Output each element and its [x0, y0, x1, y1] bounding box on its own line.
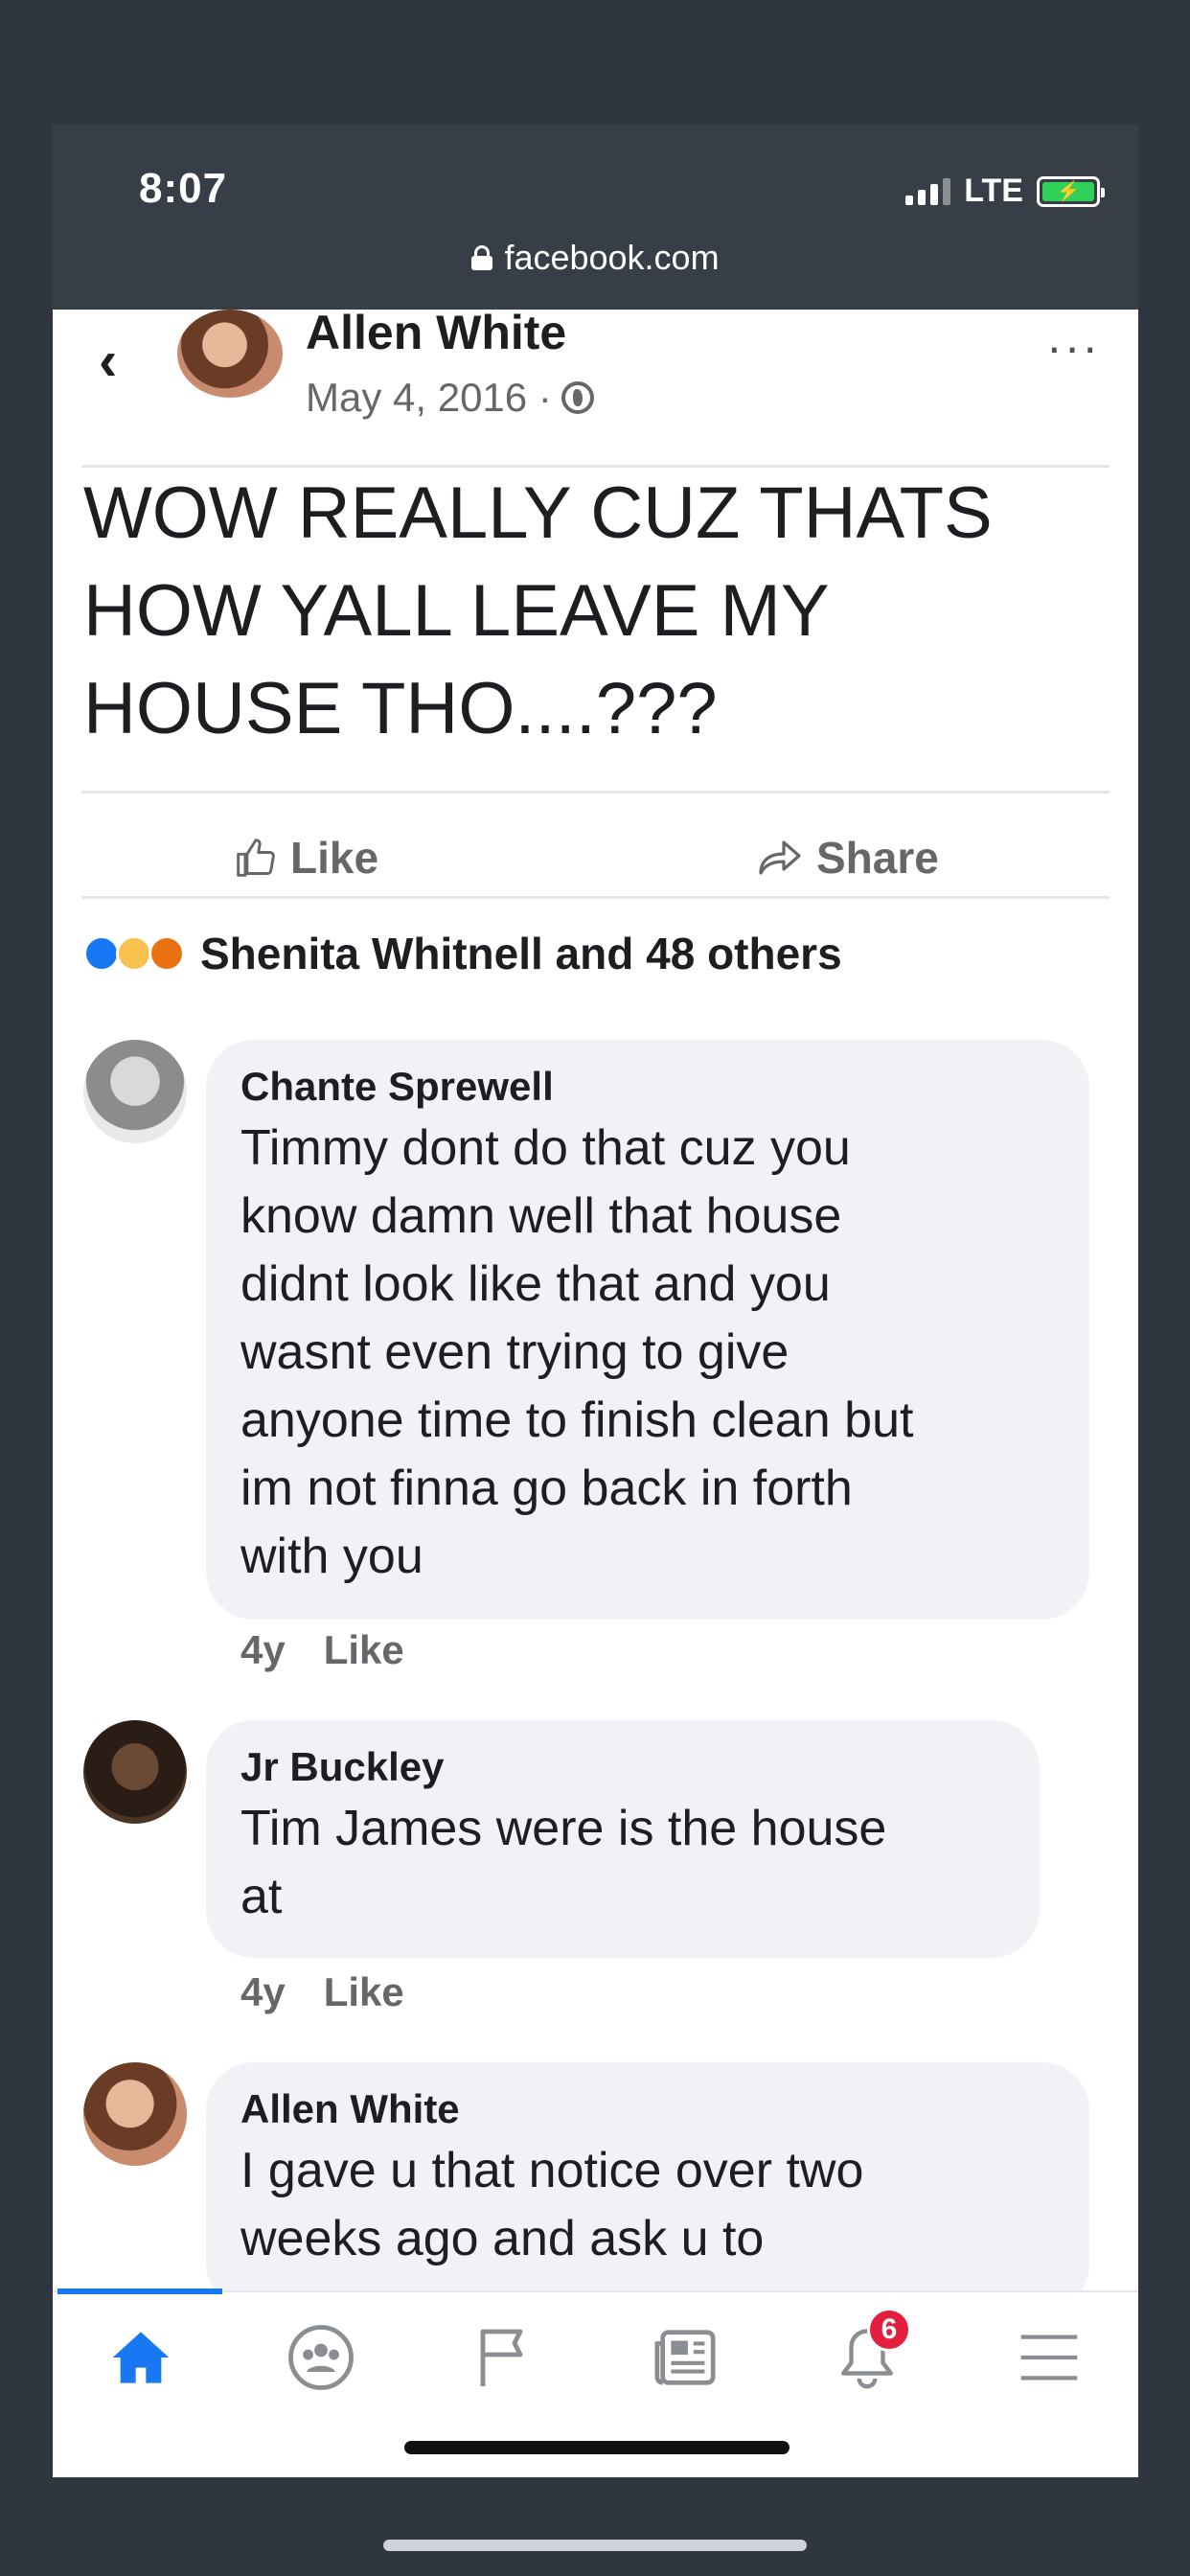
comment-age: 4y — [240, 1627, 286, 1672]
bottom-tab-bar: 6 — [53, 2288, 1138, 2425]
post-author[interactable]: Allen White — [306, 305, 566, 360]
menu-icon — [1020, 2334, 1078, 2380]
avatar[interactable] — [177, 310, 283, 398]
comment-author[interactable]: Chante Sprewell — [240, 1059, 1055, 1115]
divider — [81, 791, 1110, 794]
news-icon — [654, 2330, 716, 2385]
active-tab-indicator — [57, 2288, 222, 2294]
facebook-screenshot: 8:07 LTE ⚡ facebook.com ‹ Allen White Ma… — [53, 125, 1138, 2477]
battery-icon: ⚡ — [1037, 175, 1105, 207]
comment-meta: 4y Like — [240, 1969, 404, 2015]
reactions-text: Shenita Whitnell and 48 others — [200, 929, 842, 978]
comment-line: didnt look like that and you — [240, 1256, 831, 1312]
thumbs-up-icon — [237, 839, 275, 877]
comment-line: know damn well that house — [240, 1188, 842, 1244]
reactions-summary[interactable]: Shenita Whitnell and 48 others — [83, 928, 842, 979]
clock: 8:07 — [139, 165, 228, 212]
tab-menu[interactable] — [1011, 2319, 1087, 2396]
comment-line: wasnt even trying to give — [240, 1324, 790, 1380]
post-header: ‹ Allen White May 4, 2016 · ··· — [53, 306, 1138, 463]
divider — [81, 896, 1110, 899]
lock-icon — [471, 245, 493, 270]
home-indicator — [404, 2441, 790, 2454]
avatar[interactable] — [83, 1720, 187, 1824]
wow-icon — [116, 935, 152, 972]
groups-icon — [288, 2325, 354, 2390]
avatar[interactable] — [83, 1040, 187, 1143]
share-label: Share — [816, 833, 939, 883]
post-date[interactable]: May 4, 2016 · — [306, 375, 594, 421]
comment-bubble: Chante Sprewell Timmy dont do that cuz y… — [206, 1040, 1089, 1620]
comment-author[interactable]: Jr Buckley — [240, 1739, 1005, 1795]
tab-pages[interactable] — [465, 2319, 541, 2396]
pages-flag-icon — [480, 2329, 523, 2386]
comment-author[interactable]: Allen White — [240, 2082, 1055, 2137]
like-icon — [83, 935, 120, 972]
comment-line: im not finna go back in forth — [240, 1460, 853, 1516]
post-text-line: HOW YALL LEAVE MY — [83, 570, 830, 652]
comment-meta: 4y Like — [240, 1627, 404, 1673]
angry-icon — [149, 935, 185, 972]
comment-age: 4y — [240, 1969, 286, 2014]
comment-like-button[interactable]: Like — [324, 1969, 404, 2015]
share-button[interactable]: Share — [757, 832, 939, 884]
tab-notifications[interactable]: 6 — [829, 2308, 911, 2396]
comment-line: weeks ago and ask u to — [240, 2211, 765, 2266]
status-bar: 8:07 LTE ⚡ facebook.com — [53, 125, 1138, 310]
post-actions: Like Share — [53, 805, 1138, 910]
comment-line: Timmy dont do that cuz you — [240, 1120, 851, 1176]
comment-line: I gave u that notice over two — [240, 2143, 864, 2198]
globe-icon — [561, 381, 594, 414]
post-text-line: WOW REALLY CUZ THATS — [83, 472, 993, 554]
tab-home[interactable] — [103, 2319, 179, 2396]
share-arrow-icon — [759, 840, 801, 875]
signal-icon — [905, 177, 951, 205]
comment-bubble: Jr Buckley Tim James were is the house a… — [206, 1720, 1040, 1958]
post-date-text: May 4, 2016 · — [306, 375, 552, 420]
home-icon — [112, 2332, 170, 2383]
post-text-line: HOUSE THO....??? — [83, 668, 718, 749]
post-text: WOW REALLY CUZ THATS HOW YALL LEAVE MY H… — [83, 465, 1118, 758]
comment-line: anyone time to finish clean but — [240, 1392, 914, 1448]
status-icons: LTE ⚡ — [905, 172, 1105, 210]
more-options-icon[interactable]: ··· — [1046, 319, 1100, 375]
comment-bubble: Allen White I gave u that notice over tw… — [206, 2062, 1089, 2312]
comment-like-button[interactable]: Like — [324, 1627, 404, 1673]
comment-line: with you — [240, 1529, 423, 1584]
like-label: Like — [290, 833, 379, 883]
tab-news[interactable] — [647, 2319, 723, 2396]
like-button[interactable]: Like — [235, 832, 378, 884]
avatar[interactable] — [83, 2062, 187, 2166]
url-text: facebook.com — [504, 238, 720, 277]
back-chevron-icon[interactable]: ‹ — [99, 329, 117, 393]
comment-line: Tim James were is the house — [240, 1801, 887, 1856]
notification-badge: 6 — [867, 2308, 911, 2352]
comment-line: at — [240, 1869, 283, 1924]
home-indicator — [383, 2540, 807, 2551]
tab-groups[interactable] — [283, 2319, 359, 2396]
address-bar[interactable]: facebook.com — [53, 238, 1138, 278]
network-label: LTE — [964, 172, 1023, 209]
